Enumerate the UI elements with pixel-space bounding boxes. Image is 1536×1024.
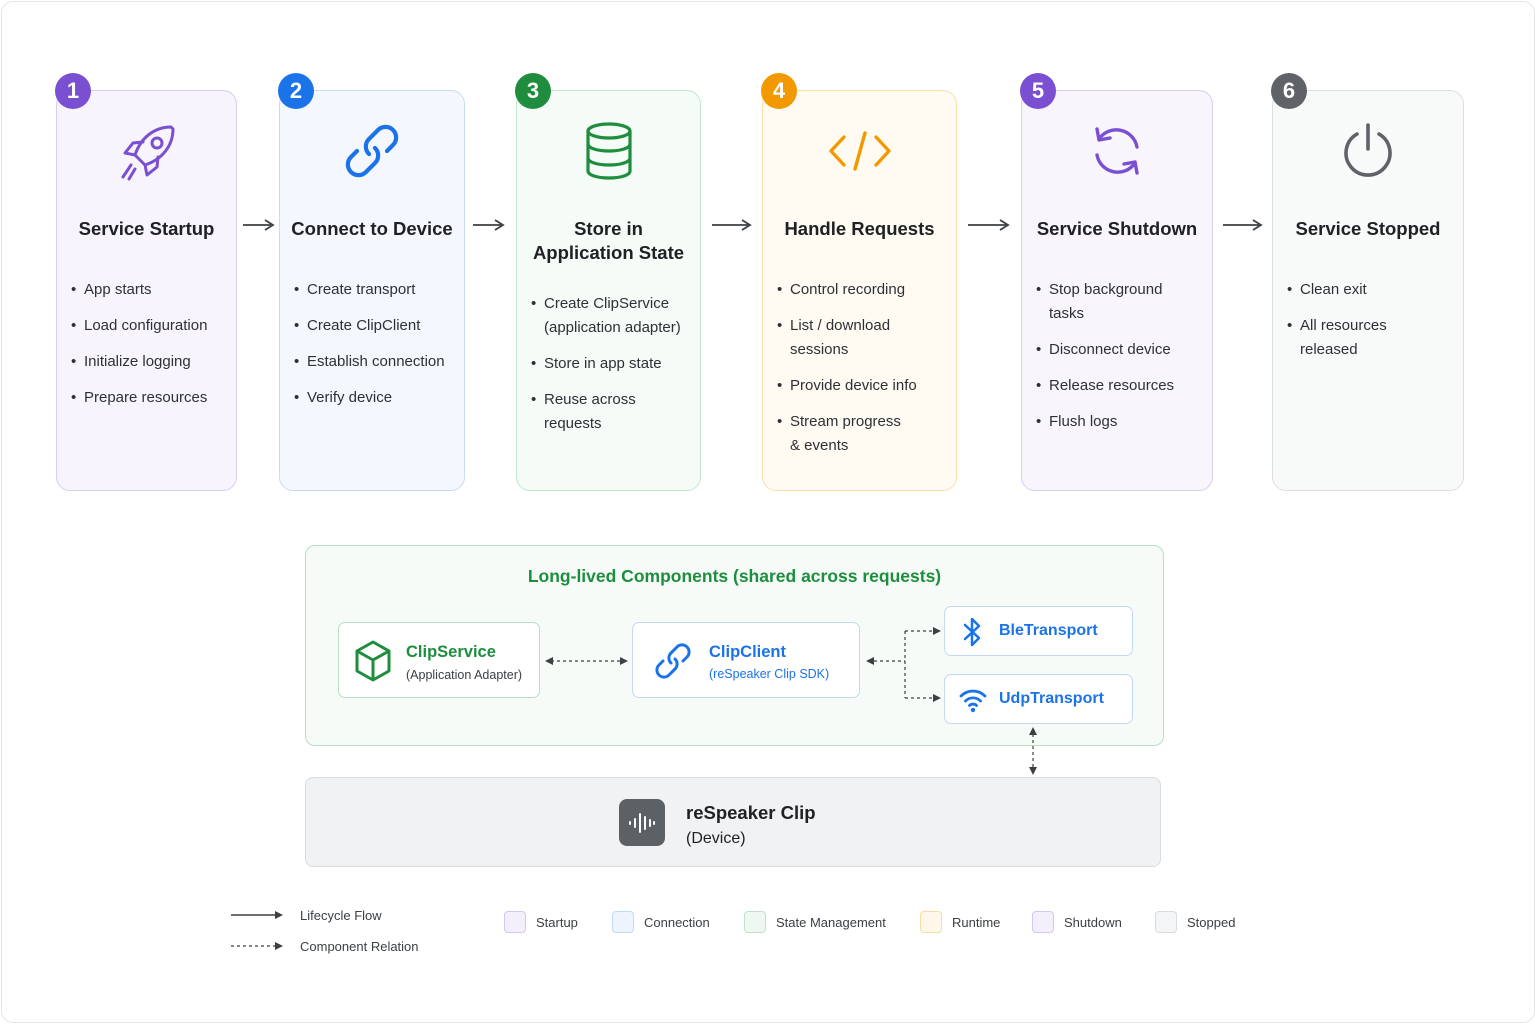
device-box: reSpeaker Clip (Device) xyxy=(305,777,1161,867)
legend-component-relation: Component Relation xyxy=(300,939,419,954)
component-relations xyxy=(545,627,1037,775)
legend-swatch xyxy=(1155,911,1177,933)
legend-swatch xyxy=(504,911,526,933)
legend-dashed-line xyxy=(231,942,283,950)
legend-swatch-label: Startup xyxy=(536,915,578,930)
legend-swatch xyxy=(744,911,766,933)
waveform-icon xyxy=(619,799,665,846)
legend-swatch-label: Runtime xyxy=(952,915,1001,930)
legend-swatch-label: Connection xyxy=(644,915,710,930)
device-name: reSpeaker Clip xyxy=(686,802,816,823)
legend-swatch xyxy=(612,911,634,933)
legend-solid-line xyxy=(231,911,283,919)
legend-lifecycle-flow: Lifecycle Flow xyxy=(300,908,382,923)
legend-swatch-label: Stopped xyxy=(1187,915,1236,930)
legend-swatch-label: State Management xyxy=(776,915,886,930)
legend-swatch xyxy=(1032,911,1054,933)
device-sub: (Device) xyxy=(686,830,746,847)
legend-swatch xyxy=(920,911,942,933)
legend-swatch-label: Shutdown xyxy=(1064,915,1122,930)
